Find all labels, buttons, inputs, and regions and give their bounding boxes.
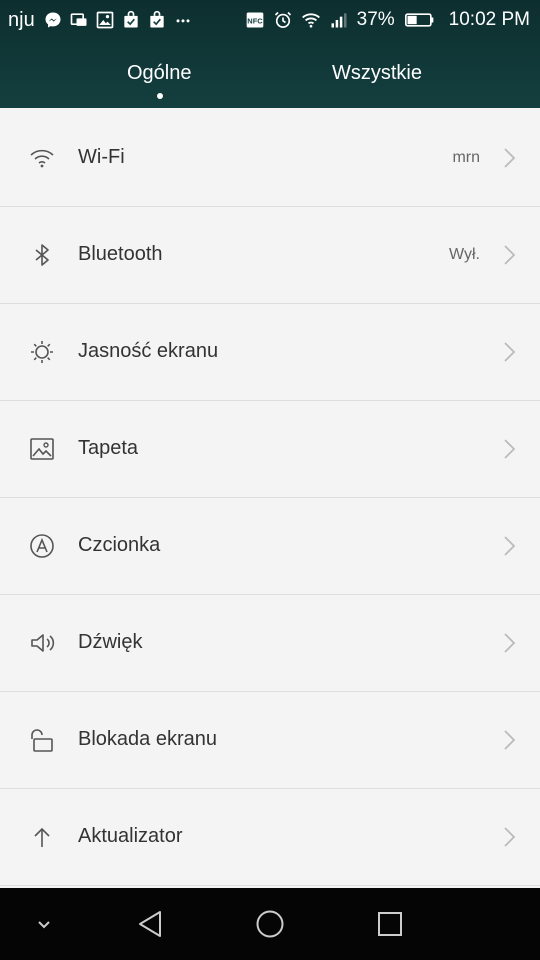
shopping-bag-icon — [124, 10, 138, 28]
header: nju NFC 37% 10:02 PM Ogólne Wszystkie — [0, 0, 540, 108]
hide-keyboard-icon — [38, 921, 50, 929]
recent-apps-icon — [378, 912, 402, 936]
setting-row-font[interactable]: Czcionka — [0, 498, 540, 595]
settings-screen: nju NFC 37% 10:02 PM Ogólne Wszystkie Wi… — [0, 0, 540, 960]
chevron-right-icon — [504, 536, 516, 556]
back-icon — [139, 911, 161, 937]
wallpaper-icon — [30, 438, 54, 460]
setting-row-brightness[interactable]: Jasność ekranu — [0, 304, 540, 401]
chevron-right-icon — [504, 342, 516, 362]
setting-label: Jasność ekranu — [78, 340, 219, 362]
bluetooth-icon — [35, 244, 49, 266]
setting-row-sound[interactable]: Dźwięk — [0, 595, 540, 692]
tab-all[interactable]: Wszystkie — [332, 62, 422, 85]
sound-icon — [31, 634, 55, 652]
wifi-icon — [30, 149, 54, 168]
tab-general[interactable]: Ogólne — [127, 62, 192, 85]
setting-value: mrn — [452, 149, 480, 166]
status-time: 10:02 PM — [448, 9, 530, 30]
shopping-bag-icon — [150, 10, 164, 28]
active-tab-indicator — [157, 93, 163, 99]
alarm-icon — [274, 11, 291, 28]
brightness-icon — [31, 341, 53, 363]
lock-icon — [31, 729, 53, 752]
more-notifications-icon — [176, 19, 190, 23]
hide-keyboard-button[interactable] — [24, 904, 64, 944]
chevron-right-icon — [504, 827, 516, 847]
chevron-right-icon — [504, 245, 516, 265]
setting-row-bluetooth[interactable]: Bluetooth Wył. — [0, 207, 540, 304]
chevron-right-icon — [504, 439, 516, 459]
settings-list: Wi-Fi mrn Bluetooth Wył. Jasność ekranu — [0, 110, 540, 888]
setting-label: Tapeta — [78, 437, 139, 459]
status-left: nju — [8, 8, 193, 32]
setting-label: Czcionka — [78, 534, 161, 556]
battery-percentage: 37% — [356, 9, 395, 30]
navigation-bar — [0, 888, 540, 960]
image-notification-icon — [70, 13, 87, 26]
messenger-icon — [45, 12, 61, 28]
setting-row-screen-lock[interactable]: Blokada ekranu — [0, 692, 540, 789]
font-icon — [30, 534, 54, 558]
update-arrow-icon — [34, 827, 50, 847]
setting-label: Dźwięk — [78, 631, 143, 653]
setting-label: Aktualizator — [78, 825, 183, 847]
home-button[interactable] — [250, 904, 290, 944]
setting-row-wallpaper[interactable]: Tapeta — [0, 401, 540, 498]
carrier-name: nju — [8, 8, 35, 31]
setting-row-wifi[interactable]: Wi-Fi mrn — [0, 110, 540, 207]
chevron-right-icon — [504, 730, 516, 750]
chevron-right-icon — [504, 633, 516, 653]
gallery-icon — [96, 11, 114, 29]
settings-tabs: Ogólne Wszystkie — [0, 52, 540, 102]
signal-icon — [331, 13, 347, 28]
setting-row-updater[interactable]: Aktualizator — [0, 789, 540, 886]
battery-icon — [404, 13, 434, 27]
chevron-right-icon — [504, 148, 516, 168]
home-icon — [256, 910, 284, 938]
nfc-icon: NFC — [246, 12, 263, 28]
recent-apps-button[interactable] — [370, 904, 410, 944]
svg-text:NFC: NFC — [247, 16, 263, 25]
back-button[interactable] — [130, 904, 170, 944]
setting-label: Blokada ekranu — [78, 728, 217, 750]
wifi-icon — [301, 13, 320, 28]
status-right: NFC 37% 10:02 PM — [245, 8, 530, 32]
status-bar: nju NFC 37% 10:02 PM — [0, 0, 540, 40]
setting-label: Wi-Fi — [78, 146, 125, 168]
setting-label: Bluetooth — [78, 243, 163, 265]
setting-value: Wył. — [449, 246, 480, 263]
